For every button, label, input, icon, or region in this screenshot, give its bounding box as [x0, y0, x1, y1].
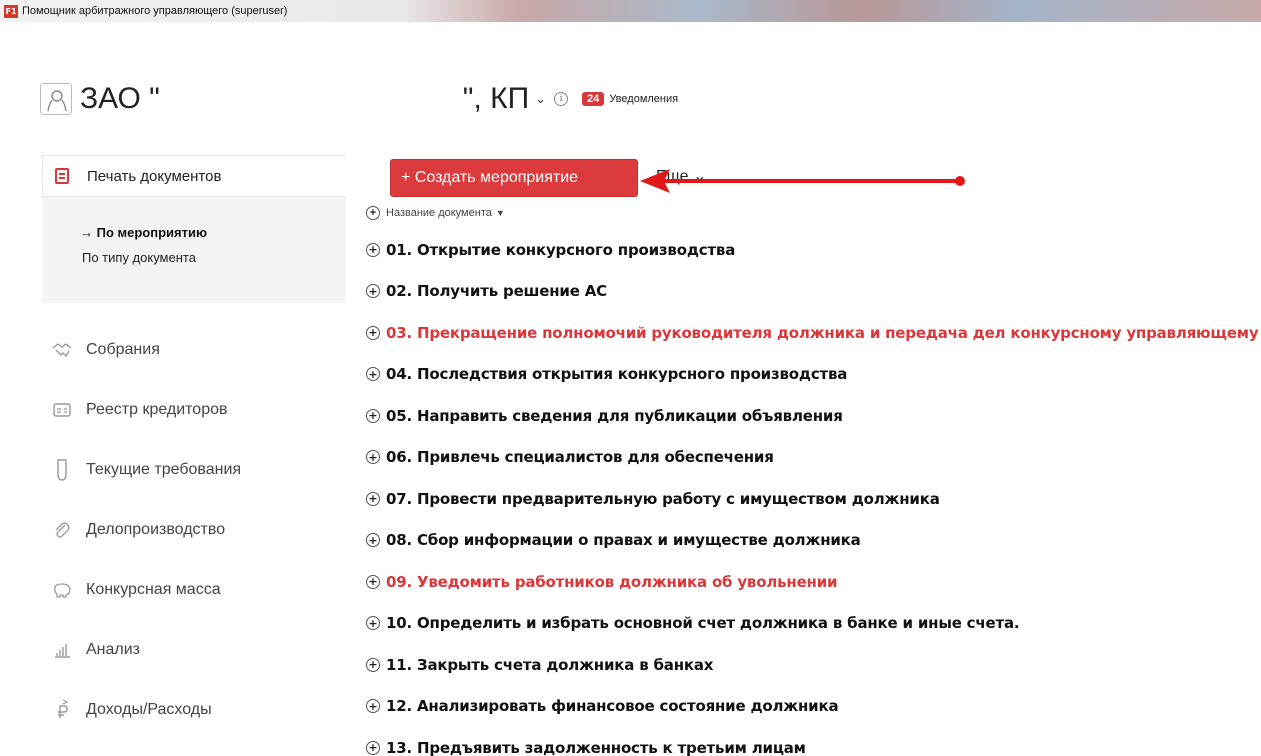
column-header-doc-name[interactable]: + Название документа ▼: [366, 206, 505, 220]
sidebar-section-panel: Печать документов → По мероприятию По ти…: [42, 155, 346, 303]
expand-icon[interactable]: +: [366, 325, 380, 340]
flask-icon: [52, 459, 72, 481]
document-title[interactable]: 13. Предъявить задолженность к третьим л…: [386, 739, 806, 756]
table-row[interactable]: +13. Предъявить задолженность к третьим …: [366, 727, 1261, 756]
table-row[interactable]: +03. Прекращение полномочий руководителя…: [366, 312, 1261, 354]
window-title: Помощник арбитражного управляющего (supe…: [22, 5, 288, 17]
ruble-icon: [52, 699, 72, 720]
sidebar-item-analysis[interactable]: Анализ: [52, 620, 241, 680]
expand-icon[interactable]: +: [366, 699, 380, 714]
sidebar-nav: Собрания Реестр кредиторов Текущие требо…: [52, 320, 241, 740]
document-title[interactable]: 11. Закрыть счета должника в банках: [386, 656, 713, 674]
expand-icon[interactable]: +: [366, 491, 380, 506]
sidebar-section-label: Печать документов: [87, 167, 222, 185]
user-icon[interactable]: [40, 83, 72, 115]
notifications-count-badge[interactable]: 24: [582, 92, 605, 106]
document-icon: [55, 168, 69, 184]
document-title[interactable]: 01. Открытие конкурсного производства: [386, 241, 735, 259]
expand-icon[interactable]: +: [366, 284, 380, 299]
piggy-bank-icon: [52, 580, 72, 600]
table-row[interactable]: +04. Последствия открытия конкурсного пр…: [366, 354, 1261, 396]
table-row[interactable]: +01. Открытие конкурсного производства: [366, 229, 1261, 271]
table-row[interactable]: +05. Направить сведения для публикации о…: [366, 395, 1261, 437]
app-logo-icon: F1: [4, 4, 18, 18]
table-row[interactable]: +07. Провести предварительную работу с и…: [366, 478, 1261, 520]
expand-icon[interactable]: +: [366, 242, 380, 257]
window-title-bar: F1 Помощник арбитражного управляющего (s…: [0, 0, 1261, 22]
sidebar-item-meetings[interactable]: Собрания: [52, 320, 241, 380]
table-row[interactable]: +08. Сбор информации о правах и имуществ…: [366, 520, 1261, 562]
org-name-prefix: ЗАО ": [80, 82, 160, 115]
sidebar-item-label: Анализ: [86, 641, 141, 658]
expand-icon[interactable]: +: [366, 574, 380, 589]
chevron-down-icon[interactable]: ⌄: [535, 92, 546, 107]
sidebar-item-label: Собрания: [86, 341, 160, 358]
sidebar-item-bankruptcy-estate[interactable]: Конкурсная масса: [52, 560, 241, 620]
sidebar-section-print-documents[interactable]: Печать документов: [42, 155, 346, 197]
sidebar-item-current-claims[interactable]: Текущие требования: [52, 440, 241, 500]
org-name-redacted: [159, 76, 463, 122]
sidebar-item-label: Текущие требования: [86, 461, 242, 478]
expand-icon[interactable]: +: [366, 408, 380, 423]
org-name-suffix: ", КП: [462, 82, 530, 115]
sidebar-item-label: Реестр кредиторов: [86, 401, 228, 418]
document-title[interactable]: 09. Уведомить работников должника об уво…: [386, 573, 838, 591]
table-row[interactable]: +11. Закрыть счета должника в банках: [366, 644, 1261, 686]
sidebar-item-records-management[interactable]: Делопроизводство: [52, 500, 241, 560]
annotation-arrow-icon: [640, 169, 965, 193]
table-row[interactable]: +10. Определить и избрать основной счет …: [366, 603, 1261, 645]
subnav-by-doc-type[interactable]: По типу документа: [82, 250, 207, 265]
handshake-icon: [52, 340, 72, 360]
sidebar-item-label: Конкурсная масса: [86, 581, 221, 598]
table-row[interactable]: +09. Уведомить работников должника об ув…: [366, 561, 1261, 603]
sort-desc-icon[interactable]: ▼: [496, 208, 505, 218]
org-header: ЗАО " ", КП ⌄ i 24 Уведомления: [40, 76, 678, 122]
document-title[interactable]: 04. Последствия открытия конкурсного про…: [386, 365, 847, 383]
column-header-label: Название документа: [386, 207, 492, 219]
document-title[interactable]: 02. Получить решение АС: [386, 282, 607, 300]
document-title[interactable]: 03. Прекращение полномочий руководителя …: [386, 324, 1259, 342]
paperclip-icon: [52, 520, 72, 540]
document-title[interactable]: 06. Привлечь специалистов для обеспечени…: [386, 448, 774, 466]
bar-chart-icon: [52, 640, 72, 660]
expand-icon[interactable]: +: [366, 533, 380, 548]
sidebar-item-label: Делопроизводство: [86, 521, 226, 538]
document-title[interactable]: 08. Сбор информации о правах и имуществе…: [386, 531, 861, 549]
document-title[interactable]: 12. Анализировать финансовое состояние д…: [386, 697, 839, 715]
table-row[interactable]: +02. Получить решение АС: [366, 271, 1261, 313]
expand-icon[interactable]: +: [366, 450, 380, 465]
sidebar-item-label: Доходы/Расходы: [86, 701, 212, 718]
table-row[interactable]: +12. Анализировать финансовое состояние …: [366, 686, 1261, 728]
expand-icon[interactable]: +: [366, 657, 380, 672]
sidebar-item-creditors-registry[interactable]: Реестр кредиторов: [52, 380, 241, 440]
expand-all-icon[interactable]: +: [366, 206, 380, 220]
document-title[interactable]: 10. Определить и избрать основной счет д…: [386, 614, 1020, 632]
table-row[interactable]: +06. Привлечь специалистов для обеспечен…: [366, 437, 1261, 479]
document-title[interactable]: 05. Направить сведения для публикации об…: [386, 407, 843, 425]
info-icon[interactable]: i: [554, 92, 569, 106]
expand-icon[interactable]: +: [366, 616, 380, 631]
sidebar-subnav: → По мероприятию По типу документа: [80, 225, 207, 265]
expand-icon[interactable]: +: [366, 367, 380, 382]
create-event-button[interactable]: + Создать мероприятие: [390, 159, 638, 197]
subnav-by-event[interactable]: → По мероприятию: [80, 225, 207, 240]
sidebar-item-income-expenses[interactable]: Доходы/Расходы: [52, 680, 241, 740]
document-list: +01. Открытие конкурсного производства +0…: [366, 229, 1261, 756]
id-card-icon: [52, 400, 72, 420]
notifications-link[interactable]: Уведомления: [609, 93, 678, 105]
expand-icon[interactable]: +: [366, 740, 380, 755]
document-title[interactable]: 07. Провести предварительную работу с им…: [386, 490, 940, 508]
